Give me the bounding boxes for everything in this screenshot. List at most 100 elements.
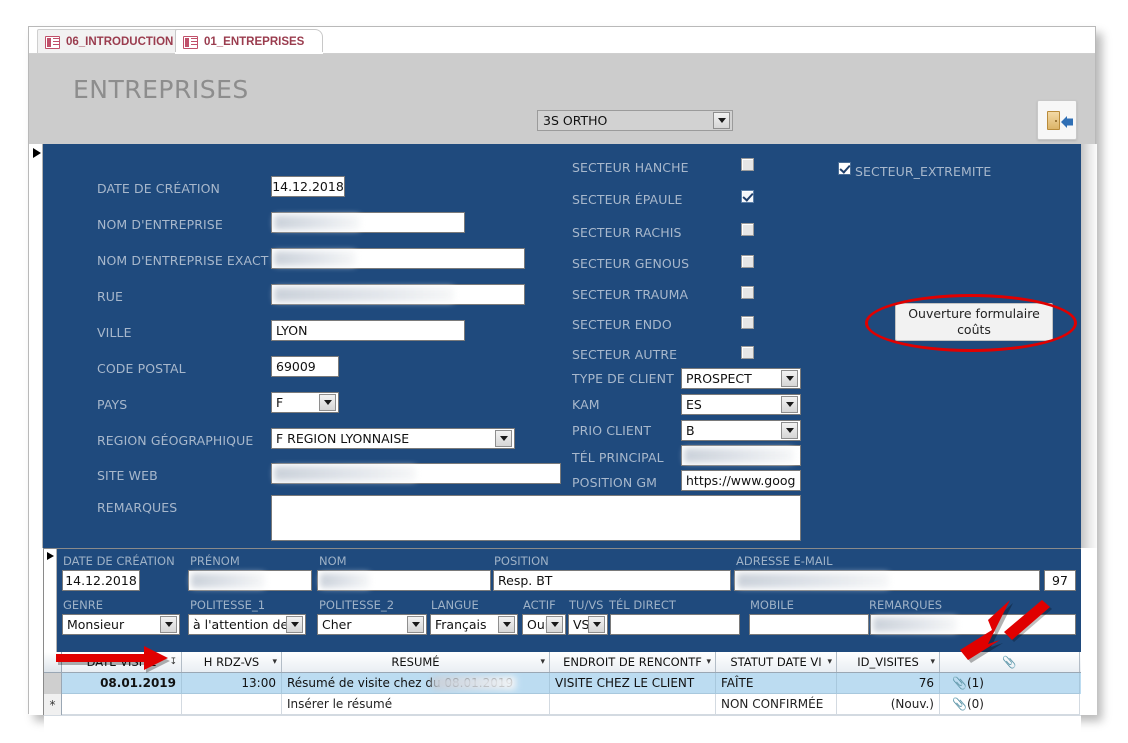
field-ville[interactable]: LYON (271, 320, 465, 341)
form-header: ENTREPRISES 3S ORTHO (29, 54, 1095, 144)
company-select[interactable]: 3S ORTHO (537, 110, 733, 131)
cell-resume[interactable]: Insérer le résumé (282, 694, 550, 715)
chevron-down-icon[interactable] (495, 430, 512, 447)
screenshot-root: 06_INTRODUCTION 01_ENTREPRISES ENTREPRIS… (0, 0, 1128, 743)
label-tel-principal: TÉL PRINCIPAL (572, 450, 664, 465)
checkbox-secteur-endo[interactable] (741, 316, 754, 329)
chevron-down-icon[interactable] (546, 616, 563, 633)
checkbox-secteur-epaule[interactable] (741, 190, 754, 203)
subfield-mobile[interactable] (749, 614, 869, 635)
chevron-down-icon[interactable] (781, 396, 798, 413)
cost-button[interactable]: Ouverture formulaire coûts (895, 303, 1053, 341)
field-code-postal[interactable]: 69009 (271, 356, 339, 377)
cell-attachment[interactable]: 📎 (0) (940, 694, 1080, 715)
subfield-tu-vs[interactable]: VS (568, 614, 608, 635)
cell-id-visites[interactable]: (Nouv.) (837, 694, 940, 715)
redacted-adresse-email (737, 573, 889, 588)
new-record-selector[interactable]: * (44, 694, 62, 715)
col-statut-date-visite[interactable]: STATUT DATE VI ▾ (716, 652, 837, 672)
subfield-position[interactable]: Resp. BT (493, 570, 731, 591)
cell-attachment[interactable]: 📎 (1) (940, 673, 1080, 694)
redacted-tel-principal (684, 448, 794, 463)
checkbox-secteur-autre[interactable] (741, 346, 754, 359)
redacted-nom-entreprise (274, 215, 360, 230)
label-region-geographique: REGION GÉOGRAPHIQUE (97, 433, 254, 448)
sublabel-tel-direct: TÉL DIRECT (609, 598, 676, 612)
chevron-down-icon: ▾ (706, 657, 711, 667)
field-pays[interactable]: F (271, 392, 339, 413)
subform-detail: DATE DE CRÉATION PRÉNOM NOM POSITION ADR… (57, 549, 1081, 652)
cell-endroit-de-rencontre[interactable] (550, 694, 716, 715)
row-selector[interactable] (44, 673, 62, 694)
subfield-politesse-1[interactable]: à l'attention de (188, 614, 306, 635)
field-region-geographique[interactable]: F REGION LYONNAISE (271, 428, 515, 449)
cell-statut-date-visite[interactable]: NON CONFIRMÉE (716, 694, 837, 715)
exit-button[interactable] (1037, 100, 1077, 140)
chevron-down-icon[interactable] (781, 370, 798, 387)
table-row[interactable]: 08.01.2019 13:00 Résumé de visite chez d… (44, 673, 1081, 694)
subfield-tel-direct[interactable] (610, 614, 740, 635)
tab-01-entreprises[interactable]: 01_ENTREPRISES (175, 29, 323, 54)
chevron-down-icon[interactable] (286, 616, 303, 633)
subfield-genre[interactable]: Monsieur (62, 614, 180, 635)
chevron-down-icon[interactable] (319, 394, 336, 411)
field-position-gm[interactable]: https://www.goog (681, 470, 801, 491)
redacted-site-web (274, 466, 416, 481)
checkbox-secteur-rachis[interactable] (741, 223, 754, 236)
label-nom-entreprise: NOM D'ENTREPRISE (97, 217, 223, 232)
chevron-down-icon[interactable] (407, 616, 424, 633)
cell-resume[interactable]: Résumé de visite chez du 08.01.2019 (282, 673, 550, 694)
chevron-down-icon: ▾ (930, 657, 935, 667)
datasheet-select-all[interactable] (44, 652, 62, 672)
exit-arrow-icon (1061, 116, 1073, 128)
label-date-creation: DATE DE CRÉATION (97, 181, 220, 196)
col-resume[interactable]: RESUMÉ ▾ (282, 652, 550, 672)
col-date-visite[interactable]: DATE VISITE ↧ (62, 652, 182, 672)
form-body: DATE DE CRÉATION 14.12.2018 NOM D'ENTREP… (29, 144, 1097, 743)
field-kam[interactable]: ES (681, 394, 801, 415)
cell-statut-date-visite[interactable]: FAÎTE (716, 673, 837, 694)
field-type-de-client[interactable]: PROSPECT (681, 368, 801, 389)
actif-value: Oui (527, 617, 546, 632)
cell-endroit-de-rencontre[interactable]: VISITE CHEZ LE CLIENT (550, 673, 716, 694)
checkbox-secteur-genous[interactable] (741, 255, 754, 268)
chevron-down-icon[interactable] (588, 616, 605, 633)
visits-datasheet: DATE VISITE ↧ H RDZ-VS ▾ RESUMÉ ▾ ENDROI… (44, 652, 1081, 743)
sublabel-prenom: PRÉNOM (190, 554, 240, 568)
label-type-de-client: TYPE DE CLIENT (572, 371, 674, 386)
col-endroit-de-rencontre[interactable]: ENDROIT DE RENCONTF ▾ (550, 652, 716, 672)
chevron-down-icon[interactable] (160, 616, 177, 633)
field-prio-client[interactable]: B (681, 420, 801, 441)
subfield-actif[interactable]: Oui (522, 614, 566, 635)
cell-date-visite[interactable]: 08.01.2019 (62, 673, 182, 694)
chevron-down-icon[interactable] (713, 112, 730, 129)
cell-date-visite[interactable] (62, 694, 182, 715)
col-h-rdz-vs[interactable]: H RDZ-VS ▾ (182, 652, 282, 672)
label-code-postal: CODE POSTAL (97, 361, 186, 376)
active-tab-connector (175, 52, 323, 54)
tab-label: 01_ENTREPRISES (204, 36, 305, 48)
field-remarques[interactable] (271, 495, 801, 541)
table-row-new[interactable]: * Insérer le résumé NON CONFIRMÉE (Nouv.… (44, 694, 1081, 715)
checkbox-secteur-trauma[interactable] (741, 286, 754, 299)
subfield-politesse-2[interactable]: Cher (317, 614, 427, 635)
sublabel-actif: ACTIF (523, 598, 556, 612)
col-attachment[interactable]: 📎 (940, 652, 1080, 672)
checkbox-secteur-hanche[interactable] (741, 158, 754, 171)
record-selector[interactable] (29, 144, 43, 548)
subfield-date-creation[interactable]: 14.12.2018 (62, 570, 140, 591)
col-id-visites[interactable]: ID_VISITES ▾ (837, 652, 940, 672)
subform-record-selector[interactable] (44, 549, 57, 652)
subfield-id[interactable]: 97 (1044, 570, 1076, 591)
tab-06-introduction[interactable]: 06_INTRODUCTION (37, 29, 187, 54)
form-right-shadow (1081, 144, 1097, 548)
subfield-langue[interactable]: Français (430, 614, 518, 635)
cell-h-rdz-vs[interactable] (182, 694, 282, 715)
cell-id-visites[interactable]: 76 (837, 673, 940, 694)
cell-h-rdz-vs[interactable]: 13:00 (182, 673, 282, 694)
field-date-creation[interactable]: 14.12.2018 (271, 176, 345, 197)
chevron-down-icon[interactable] (781, 422, 798, 439)
checkbox-secteur-extremite[interactable] (838, 162, 851, 175)
chevron-down-icon[interactable] (498, 616, 515, 633)
redacted-nom (320, 573, 370, 588)
